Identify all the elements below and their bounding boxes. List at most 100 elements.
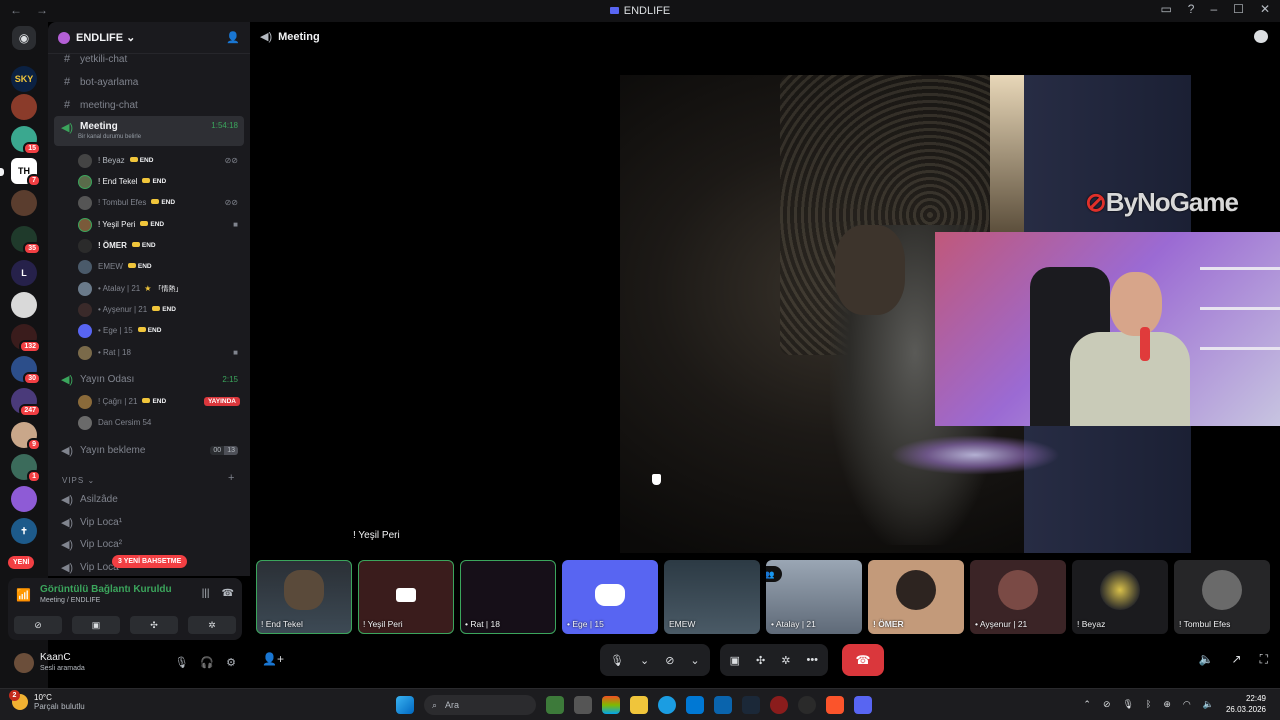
voice-user[interactable]: ! Yeşil Peri END ■	[78, 214, 244, 235]
avatar[interactable]	[14, 653, 34, 673]
channel-yetkili-chat[interactable]: # yetkili-chat	[54, 49, 244, 69]
server-icon[interactable]	[11, 190, 37, 216]
voice-user[interactable]: ! Tombul Efes END ⊘⊘	[78, 192, 244, 213]
server-icon[interactable]: 9	[11, 422, 41, 451]
globe-icon[interactable]: ⊕	[1163, 699, 1171, 710]
voice-user[interactable]: ! Beyaz END ⊘⊘	[78, 150, 244, 171]
windows-start-icon[interactable]	[396, 696, 414, 714]
category-vips[interactable]: VIPS ⌄	[62, 476, 95, 485]
volume-icon[interactable]: 🔈	[1199, 652, 1214, 667]
soundboard-icon[interactable]: ✲	[781, 654, 790, 667]
volume-icon[interactable]: 🔈	[1203, 699, 1214, 710]
microphone-icon[interactable]: 🎙	[1122, 699, 1133, 710]
screen-share-button[interactable]: ▣	[72, 616, 120, 634]
bluetooth-icon[interactable]: ᛒ	[1146, 699, 1151, 709]
microphone-icon[interactable]: 🎙	[610, 654, 624, 667]
inbox-icon[interactable]: ▭	[1160, 2, 1171, 16]
server-icon[interactable]: 247	[11, 388, 41, 417]
outlook-icon[interactable]	[714, 696, 732, 714]
voice-user[interactable]: EMEW END	[78, 256, 244, 277]
wifi-icon[interactable]: ◠	[1183, 699, 1191, 710]
voice-channel-yayin-bekleme[interactable]: ◀) Yayın bekleme 00 13	[54, 440, 244, 460]
brave-browser-icon[interactable]	[826, 696, 844, 714]
username[interactable]: KaanC	[40, 652, 71, 663]
channel-status[interactable]: Bir kanal durumu belirle	[78, 134, 141, 140]
participant-tile[interactable]: ! Tombul Efes	[1174, 560, 1270, 634]
close-button[interactable]: ✕	[1260, 2, 1270, 16]
network-icon[interactable]: ⊘	[1103, 699, 1111, 710]
screen-share-icon[interactable]: ▣	[730, 654, 740, 667]
invite-user-icon[interactable]: 👤	[226, 31, 240, 44]
add-channel-icon[interactable]: +	[228, 472, 234, 484]
participant-tile[interactable]: ! End Tekel	[256, 560, 352, 634]
steam-icon[interactable]	[742, 696, 760, 714]
participant-tile[interactable]: EMEW	[664, 560, 760, 634]
search-highlight-icon[interactable]	[546, 696, 564, 714]
voice-channel-meeting[interactable]: ◀) Meeting 1:54:18 Bir kanal durumu beli…	[54, 116, 244, 146]
channel-bot-ayarlama[interactable]: # bot-ayarlama	[54, 72, 244, 92]
participant-tile[interactable]: • Ayşenur | 21	[970, 560, 1066, 634]
widgets-icon[interactable]	[602, 696, 620, 714]
server-icon[interactable]: 15	[11, 126, 41, 155]
server-icon[interactable]	[11, 94, 37, 120]
voice-user[interactable]: • Rat | 18 ■	[78, 342, 244, 363]
signal-icon[interactable]: 📶	[16, 588, 31, 602]
task-view-icon[interactable]	[574, 696, 592, 714]
camera-off-icon[interactable]: ⊘	[665, 654, 674, 667]
activities-button[interactable]: ✣	[130, 616, 178, 634]
activities-icon[interactable]: ✣	[756, 654, 765, 667]
camera-off-button[interactable]: ⊘	[14, 616, 62, 634]
weather-widget[interactable]: 2 10°C Parçalı bulutlu	[9, 690, 85, 711]
file-explorer-icon[interactable]	[630, 696, 648, 714]
participant-tile[interactable]: ! Yeşil Peri	[358, 560, 454, 634]
server-icon[interactable]: 35	[11, 226, 41, 255]
voice-channel-vip[interactable]: ◀) Vip Loca¹	[54, 512, 244, 532]
maximize-button[interactable]: ☐	[1233, 2, 1244, 16]
microphone-icon[interactable]: 🎙	[174, 656, 188, 669]
voice-user[interactable]: ! End Tekel END	[78, 171, 244, 192]
participant-tile[interactable]: ! ÖMER	[868, 560, 964, 634]
settings-gear-icon[interactable]: ⚙	[226, 656, 236, 669]
voice-user[interactable]: Dan Cersim 54	[78, 412, 244, 433]
chevron-down-icon[interactable]: ⌄	[690, 654, 699, 667]
add-people-icon[interactable]: 👤+	[262, 652, 284, 666]
participant-tile[interactable]: ⌄ 👥• Atalay | 21	[766, 560, 862, 634]
fullscreen-icon[interactable]: ⛶	[1260, 652, 1268, 667]
taskbar-search[interactable]: ⌕ Ara	[424, 695, 536, 715]
server-icon[interactable]: 1	[11, 454, 41, 483]
connection-status[interactable]: Görüntülü Bağlantı Kuruldu	[40, 584, 172, 595]
connection-location[interactable]: Meeting / ENDLIFE	[40, 597, 100, 604]
participant-tile[interactable]: ! Beyaz	[1072, 560, 1168, 634]
disconnect-icon[interactable]: ☎	[222, 588, 234, 599]
store-icon[interactable]	[686, 696, 704, 714]
server-icon[interactable]	[11, 486, 37, 512]
voice-user[interactable]: • Atalay | 21 ★ 「情熱」	[78, 278, 244, 299]
noise-suppression-icon[interactable]: |||	[202, 588, 210, 599]
discord-home-icon[interactable]: ◉	[12, 26, 36, 50]
server-icon[interactable]: 30	[11, 356, 41, 385]
voice-channel-vip[interactable]: ◀) Asilzâde	[54, 489, 244, 509]
chevron-down-icon[interactable]: ⌄	[640, 654, 649, 667]
server-icon-l[interactable]: L	[11, 260, 37, 286]
popout-icon[interactable]: ↗	[1232, 652, 1242, 667]
voice-user[interactable]: • Ayşenur | 21 END	[78, 299, 244, 320]
chat-bubble-icon[interactable]	[1254, 30, 1268, 43]
headphones-icon[interactable]: 🎧	[200, 656, 214, 669]
soundboard-button[interactable]: ✲	[188, 616, 236, 634]
minimize-button[interactable]: –	[1210, 2, 1217, 16]
discord-taskbar-icon[interactable]	[854, 696, 872, 714]
clock[interactable]: 22:49 26.03.2026	[1226, 693, 1266, 715]
server-icon-the-end[interactable]: TH 7	[11, 158, 41, 187]
participant-tile[interactable]: • Rat | 18	[460, 560, 556, 634]
new-badge[interactable]: YENİ	[8, 556, 35, 569]
server-icon[interactable]: 132	[11, 324, 41, 353]
more-options-icon[interactable]: •••	[806, 654, 818, 666]
edge-browser-icon[interactable]	[658, 696, 676, 714]
channel-meeting-chat[interactable]: # meeting-chat	[54, 95, 244, 115]
new-mentions-badge[interactable]: 3 YENİ BAHSETME	[112, 555, 188, 568]
app-icon[interactable]	[798, 696, 816, 714]
voice-user[interactable]: • Ege | 15 END	[78, 320, 244, 341]
voice-channel-yayin-odasi[interactable]: ◀) Yayın Odası 2:15	[54, 369, 244, 389]
app-icon[interactable]	[770, 696, 788, 714]
voice-user[interactable]: ! ÖMER END	[78, 235, 244, 256]
